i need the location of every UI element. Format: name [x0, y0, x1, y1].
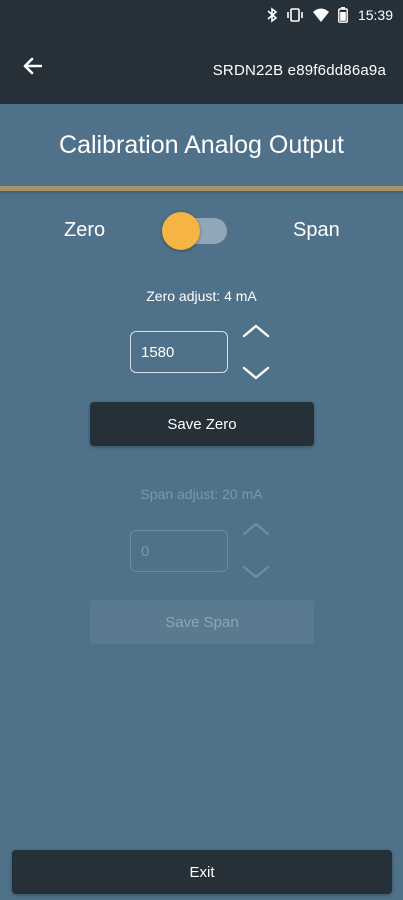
zero-adjust-label: Zero adjust: 4 mA	[146, 288, 257, 304]
span-value-input[interactable]	[130, 530, 228, 572]
status-bar: 15:39	[0, 0, 403, 30]
device-id: SRDN22B e89f6dd86a9a	[212, 62, 386, 79]
chevron-down-icon	[241, 365, 271, 386]
title-section: Calibration Analog Output	[0, 104, 403, 186]
divider-shadow	[0, 191, 403, 195]
span-increment-button[interactable]	[238, 518, 274, 544]
span-adjust-label: Span adjust: 20 mA	[140, 486, 263, 502]
app-bar: SRDN22B e89f6dd86a9a	[0, 30, 403, 104]
status-icons: 15:39	[266, 5, 393, 25]
vibrate-icon	[286, 7, 304, 23]
span-decrement-button[interactable]	[238, 561, 274, 587]
chevron-up-icon	[241, 521, 271, 542]
zero-decrement-button[interactable]	[238, 362, 274, 388]
chevron-down-icon	[241, 564, 271, 585]
exit-button[interactable]: Exit	[12, 850, 392, 894]
mode-zero-label: Zero	[64, 219, 106, 241]
chevron-up-icon	[241, 323, 271, 344]
save-zero-button[interactable]: Save Zero	[90, 402, 314, 446]
zero-value-input[interactable]	[130, 331, 228, 373]
status-time: 15:39	[357, 7, 393, 23]
wifi-icon	[312, 7, 330, 23]
zero-span-toggle[interactable]	[162, 212, 227, 250]
save-span-button[interactable]: Save Span	[90, 600, 314, 644]
arrow-left-icon	[22, 57, 43, 80]
zero-increment-button[interactable]	[238, 320, 274, 346]
bluetooth-icon	[266, 7, 278, 23]
toggle-thumb	[162, 212, 200, 250]
mode-span-label: Span	[293, 219, 340, 241]
mode-toggle-row: Zero Span	[0, 205, 403, 255]
back-button[interactable]	[12, 50, 52, 86]
battery-icon	[338, 7, 348, 23]
page-title: Calibration Analog Output	[59, 131, 344, 159]
